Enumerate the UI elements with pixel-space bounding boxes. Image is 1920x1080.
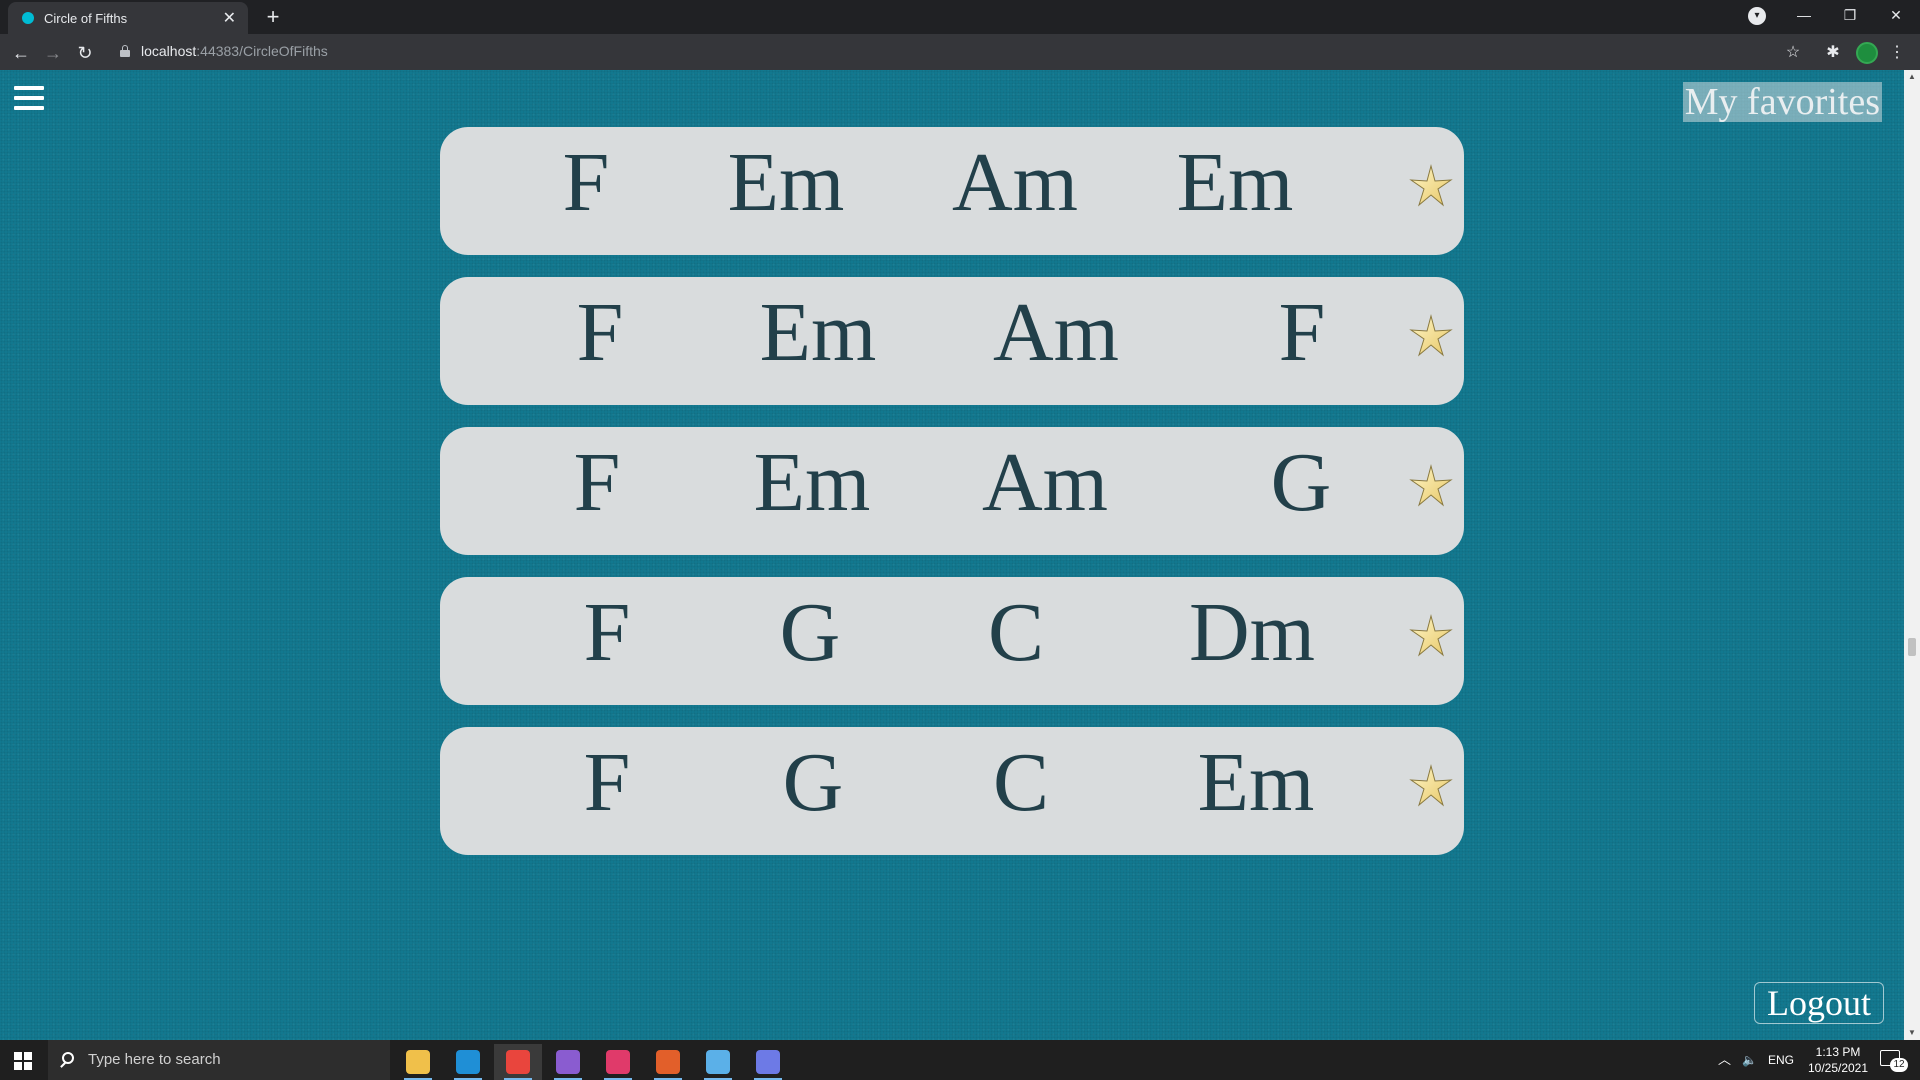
- close-window-button[interactable]: ✕: [1873, 0, 1919, 32]
- chord-label: G: [782, 736, 844, 829]
- favorite-star-icon[interactable]: [1405, 460, 1457, 512]
- clock-date: 10/25/2021: [1807, 1061, 1869, 1075]
- bookmark-star-icon[interactable]: ☆: [1782, 42, 1804, 64]
- chord-label: Em: [753, 436, 871, 529]
- chord-label: C: [987, 586, 1045, 679]
- menu-kebab-icon[interactable]: ⋮: [1886, 42, 1908, 64]
- progression-row: F Em Am G: [440, 427, 1464, 555]
- progression-row: F Em Am F: [440, 277, 1464, 405]
- address-bar[interactable]: localhost:44383/CircleOfFifths: [141, 43, 328, 59]
- url-host: localhost: [141, 43, 197, 59]
- hamburger-menu-icon[interactable]: [14, 86, 44, 112]
- chord-label: G: [779, 586, 841, 679]
- search-icon: [62, 1052, 74, 1064]
- logout-button[interactable]: Logout: [1754, 982, 1884, 1024]
- show-hidden-icons-icon[interactable]: ︿: [1718, 1040, 1731, 1080]
- progression-row: F G C Dm: [440, 577, 1464, 705]
- chord-label: F: [583, 736, 631, 829]
- back-button[interactable]: ←: [8, 40, 34, 66]
- chrome-icon[interactable]: [494, 1044, 542, 1080]
- tab-title: Circle of Fifths: [44, 10, 128, 26]
- minimize-button[interactable]: —: [1781, 0, 1827, 32]
- notification-badge: 12: [1890, 1058, 1908, 1072]
- chord-label: Em: [759, 286, 877, 379]
- discord-icon[interactable]: [744, 1044, 792, 1080]
- chord-label: Dm: [1189, 586, 1315, 679]
- url-path: :44383/CircleOfFifths: [196, 43, 328, 59]
- chord-label: Am: [982, 436, 1108, 529]
- chord-label: Am: [952, 136, 1078, 229]
- chord-label: C: [992, 736, 1050, 829]
- chord-label: Em: [1197, 736, 1315, 829]
- chord-label: F: [562, 136, 610, 229]
- taskbar-search-box[interactable]: Type here to search: [48, 1040, 390, 1080]
- browser-toolbar: ← → ↻ localhost:44383/CircleOfFifths ☆ ✱…: [0, 34, 1920, 70]
- file-explorer-icon[interactable]: [394, 1044, 442, 1080]
- profile-avatar[interactable]: [1856, 42, 1878, 64]
- browser-tab-bar: Circle of Fifths ✕ + ▾ — ❐ ✕: [0, 0, 1920, 34]
- windows-start-icon[interactable]: [14, 1052, 32, 1070]
- favorite-star-icon[interactable]: [1405, 160, 1457, 212]
- search-placeholder: Type here to search: [88, 1051, 221, 1068]
- chord-label: F: [1278, 286, 1326, 379]
- chord-label: F: [573, 436, 621, 529]
- visual-studio-icon[interactable]: [544, 1044, 592, 1080]
- clock-time: 1:13 PM: [1815, 1045, 1861, 1059]
- reload-button[interactable]: ↻: [72, 40, 98, 66]
- progression-row: F Em Am Em: [440, 127, 1464, 255]
- favorite-star-icon[interactable]: [1405, 610, 1457, 662]
- edge-icon[interactable]: [444, 1044, 492, 1080]
- favicon-icon: [22, 12, 34, 24]
- extensions-icon[interactable]: ✱: [1822, 42, 1844, 64]
- scroll-up-arrow-icon[interactable]: ▲: [1904, 70, 1920, 84]
- chord-label: G: [1270, 436, 1332, 529]
- paint-icon[interactable]: [694, 1044, 742, 1080]
- close-tab-icon[interactable]: ✕: [223, 8, 236, 28]
- page-scrollbar[interactable]: ▲ ▼: [1904, 70, 1920, 1040]
- taskbar-clock[interactable]: 1:13 PM 10/25/2021: [1800, 1044, 1876, 1076]
- chord-label: Em: [727, 136, 845, 229]
- volume-icon[interactable]: 🔈: [1742, 1040, 1757, 1080]
- favorite-star-icon[interactable]: [1405, 760, 1457, 812]
- browser-tab[interactable]: Circle of Fifths ✕: [8, 2, 248, 34]
- scroll-thumb[interactable]: [1908, 638, 1916, 656]
- chord-label: Am: [993, 286, 1119, 379]
- my-favorites-button[interactable]: My favorites: [1682, 82, 1882, 122]
- chord-label: Em: [1176, 136, 1294, 229]
- new-tab-button[interactable]: +: [260, 4, 286, 30]
- chord-label: F: [576, 286, 624, 379]
- language-indicator[interactable]: ENG: [1768, 1040, 1794, 1080]
- jetbrains-icon[interactable]: [594, 1044, 642, 1080]
- progression-row: F G C Em: [440, 727, 1464, 855]
- git-icon[interactable]: [644, 1044, 692, 1080]
- favorite-star-icon[interactable]: [1405, 310, 1457, 362]
- restore-button[interactable]: ❐: [1827, 0, 1873, 32]
- chord-label: F: [583, 586, 631, 679]
- chrome-profile-icon[interactable]: ▾: [1748, 7, 1766, 25]
- forward-button[interactable]: →: [40, 40, 66, 66]
- windows-taskbar: Type here to search ︿ 🔈 ENG 1:13 PM 10/2…: [0, 1040, 1920, 1080]
- lock-icon[interactable]: [120, 45, 130, 57]
- page-viewport: My favorites F Em Am Em F Em Am F F Em Am G F G C Dm F G C…: [0, 70, 1904, 1040]
- scroll-down-arrow-icon[interactable]: ▼: [1904, 1026, 1920, 1040]
